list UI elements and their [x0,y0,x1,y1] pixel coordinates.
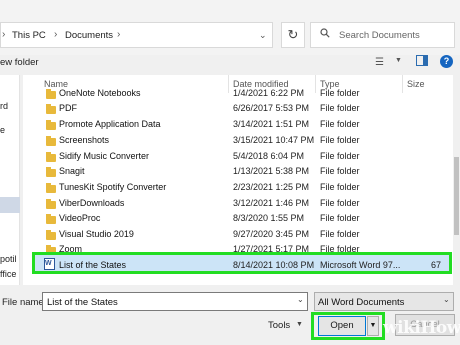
file-name[interactable]: ViberDownloads [59,198,124,208]
highlight-box [32,252,452,274]
file-type: File folder [320,88,360,98]
file-date: 1/4/2021 6:22 PM [233,88,305,98]
nav-item-selected[interactable] [0,197,20,213]
chevron-right-icon[interactable]: › [117,29,120,40]
preview-pane-icon[interactable] [416,55,428,66]
file-type: File folder [320,135,360,145]
file-date: 5/4/2018 6:04 PM [233,151,305,161]
column-header-size[interactable]: Size [407,79,425,89]
folder-icon [46,136,56,146]
breadcrumb-documents[interactable]: Documents [65,30,113,41]
view-dropdown-icon[interactable]: ▼ [395,57,402,64]
file-date: 1/13/2021 5:38 PM [233,166,310,176]
file-type-filter-value: All Word Documents [318,297,405,308]
file-type: File folder [320,229,360,239]
new-folder-button[interactable]: ew folder [0,57,39,68]
address-dropdown-icon[interactable]: ⌄ [259,30,267,41]
file-type: File folder [320,103,360,113]
file-date: 9/27/2020 3:45 PM [233,229,310,239]
chevron-down-icon[interactable]: ⌄ [443,295,450,304]
chevron-down-icon[interactable]: ⌄ [297,295,304,304]
view-options-icon[interactable]: ☰ [375,57,384,68]
tools-dropdown-icon[interactable]: ▼ [296,321,303,328]
highlight-box [311,312,385,340]
wikihow-watermark: wikiHow [383,318,460,338]
folder-icon [46,152,56,162]
folder-icon [46,104,56,114]
search-placeholder: Search Documents [339,30,420,41]
folder-icon [46,199,56,209]
nav-item[interactable]: e [0,125,5,135]
file-type: File folder [320,182,360,192]
nav-item[interactable]: rd [0,101,8,111]
refresh-icon: ↻ [287,27,299,42]
file-type: File folder [320,119,360,129]
help-icon[interactable]: ? [440,55,453,68]
file-date: 3/15/2021 10:47 PM [233,135,315,145]
folder-icon [46,230,56,240]
file-date: 8/3/2020 1:55 PM [233,213,305,223]
folder-icon [46,120,56,130]
file-type: File folder [320,198,360,208]
file-type: File folder [320,213,360,223]
file-name[interactable]: PDF [59,103,77,113]
file-name[interactable]: VideoProc [59,213,100,223]
scrollbar-thumb[interactable] [454,157,459,235]
file-date: 6/26/2017 5:53 PM [233,103,310,113]
file-name[interactable]: Snagit [59,166,85,176]
column-divider[interactable] [315,75,316,93]
refresh-button[interactable]: ↻ [281,22,305,48]
file-name[interactable]: Visual Studio 2019 [59,229,134,239]
file-name-value: List of the States [47,297,118,308]
chevron-right-icon: › [54,29,58,40]
file-name[interactable]: OneNote Notebooks [59,88,141,98]
file-date: 2/23/2021 1:25 PM [233,182,310,192]
folder-icon [46,183,56,193]
column-divider[interactable] [402,75,403,93]
file-name[interactable]: Promote Application Data [59,119,161,129]
search-icon [320,28,330,38]
folder-icon [46,214,56,224]
file-type: File folder [320,166,360,176]
column-divider[interactable] [228,75,229,93]
tools-menu[interactable]: Tools [268,320,290,331]
file-name[interactable]: TunesKit Spotify Converter [59,182,166,192]
folder-icon [46,167,56,177]
breadcrumb-this-pc[interactable]: This PC [12,30,46,41]
chevron-right-icon: › [2,29,6,40]
file-name-label: File name: [2,297,47,308]
nav-item[interactable]: ffice [0,269,16,279]
file-name[interactable]: Screenshots [59,135,109,145]
file-name[interactable]: Sidify Music Converter [59,151,149,161]
file-type: File folder [320,151,360,161]
file-date: 3/12/2021 1:46 PM [233,198,310,208]
file-date: 3/14/2021 1:51 PM [233,119,310,129]
nav-item[interactable]: potil [0,254,17,264]
folder-icon [46,89,56,99]
